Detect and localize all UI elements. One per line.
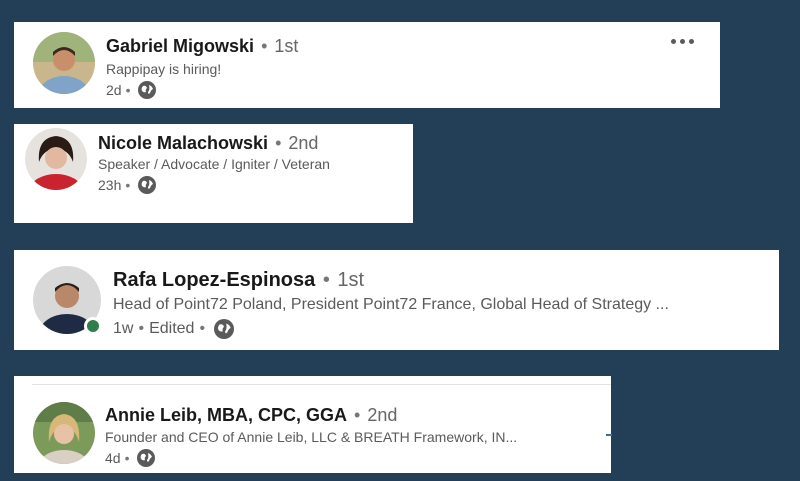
globe-icon: [137, 449, 156, 467]
post-time[interactable]: 1w: [113, 321, 133, 337]
connection-degree: 2nd: [288, 133, 319, 153]
separator-dot: •: [354, 405, 361, 425]
dot: [689, 39, 694, 44]
divider: [32, 384, 611, 385]
edge-mark: [606, 434, 612, 436]
author-name[interactable]: Annie Leib, MBA, CPC, GGA: [105, 405, 347, 425]
dot: [680, 39, 685, 44]
globe-icon: [138, 176, 157, 194]
author-headline: Head of Point72 Poland, President Point7…: [113, 296, 669, 313]
dot: [671, 39, 676, 44]
post-card-gabriel: Gabriel Migowski • 1st Rappipay is hirin…: [14, 22, 720, 108]
meta-separator: •: [125, 177, 131, 193]
post-meta: 2d •: [106, 81, 157, 99]
author-headline: Rappipay is hiring!: [106, 61, 222, 77]
separator-dot: •: [322, 269, 330, 291]
globe-icon: [214, 319, 235, 339]
post-card-annie: Annie Leib, MBA, CPC, GGA • 2nd Founder …: [14, 376, 611, 473]
post-time[interactable]: 23h: [98, 178, 121, 192]
author-line: Nicole Malachowski • 2nd: [98, 134, 318, 152]
post-card-nicole: Nicole Malachowski • 2nd Speaker / Advoc…: [14, 124, 413, 223]
meta-separator: •: [199, 320, 206, 337]
connection-degree: 2nd: [367, 405, 398, 425]
avatar[interactable]: [33, 32, 95, 94]
author-name[interactable]: Nicole Malachowski: [98, 133, 268, 153]
post-card-rafa: Rafa Lopez-Espinosa • 1st Head of Point7…: [14, 250, 779, 350]
online-status-badge: [84, 317, 102, 335]
author-line: Rafa Lopez-Espinosa • 1st: [113, 270, 364, 290]
meta-separator: •: [125, 82, 131, 98]
connection-degree: 1st: [274, 36, 299, 56]
post-meta: 23h •: [98, 176, 157, 194]
meta-separator: •: [138, 320, 145, 337]
author-headline: Founder and CEO of Annie Leib, LLC & BRE…: [105, 429, 518, 445]
separator-dot: •: [275, 133, 282, 153]
author-headline: Speaker / Advocate / Igniter / Veteran: [98, 156, 330, 172]
connection-degree: 1st: [337, 269, 365, 291]
post-meta: 4d •: [105, 449, 156, 467]
post-meta: 1w • Edited •: [113, 319, 235, 339]
avatar[interactable]: [25, 128, 87, 190]
separator-dot: •: [261, 36, 268, 56]
author-line: Annie Leib, MBA, CPC, GGA • 2nd: [105, 406, 397, 424]
more-options-button[interactable]: [671, 39, 694, 44]
post-time[interactable]: 4d: [105, 451, 121, 465]
post-time[interactable]: 2d: [106, 83, 122, 97]
avatar[interactable]: [33, 402, 95, 464]
globe-icon: [138, 81, 157, 99]
author-line: Gabriel Migowski • 1st: [106, 37, 298, 55]
edited-label: Edited: [149, 320, 195, 337]
author-name[interactable]: Gabriel Migowski: [106, 36, 254, 56]
author-name[interactable]: Rafa Lopez-Espinosa: [113, 269, 315, 291]
meta-separator: •: [124, 450, 130, 466]
